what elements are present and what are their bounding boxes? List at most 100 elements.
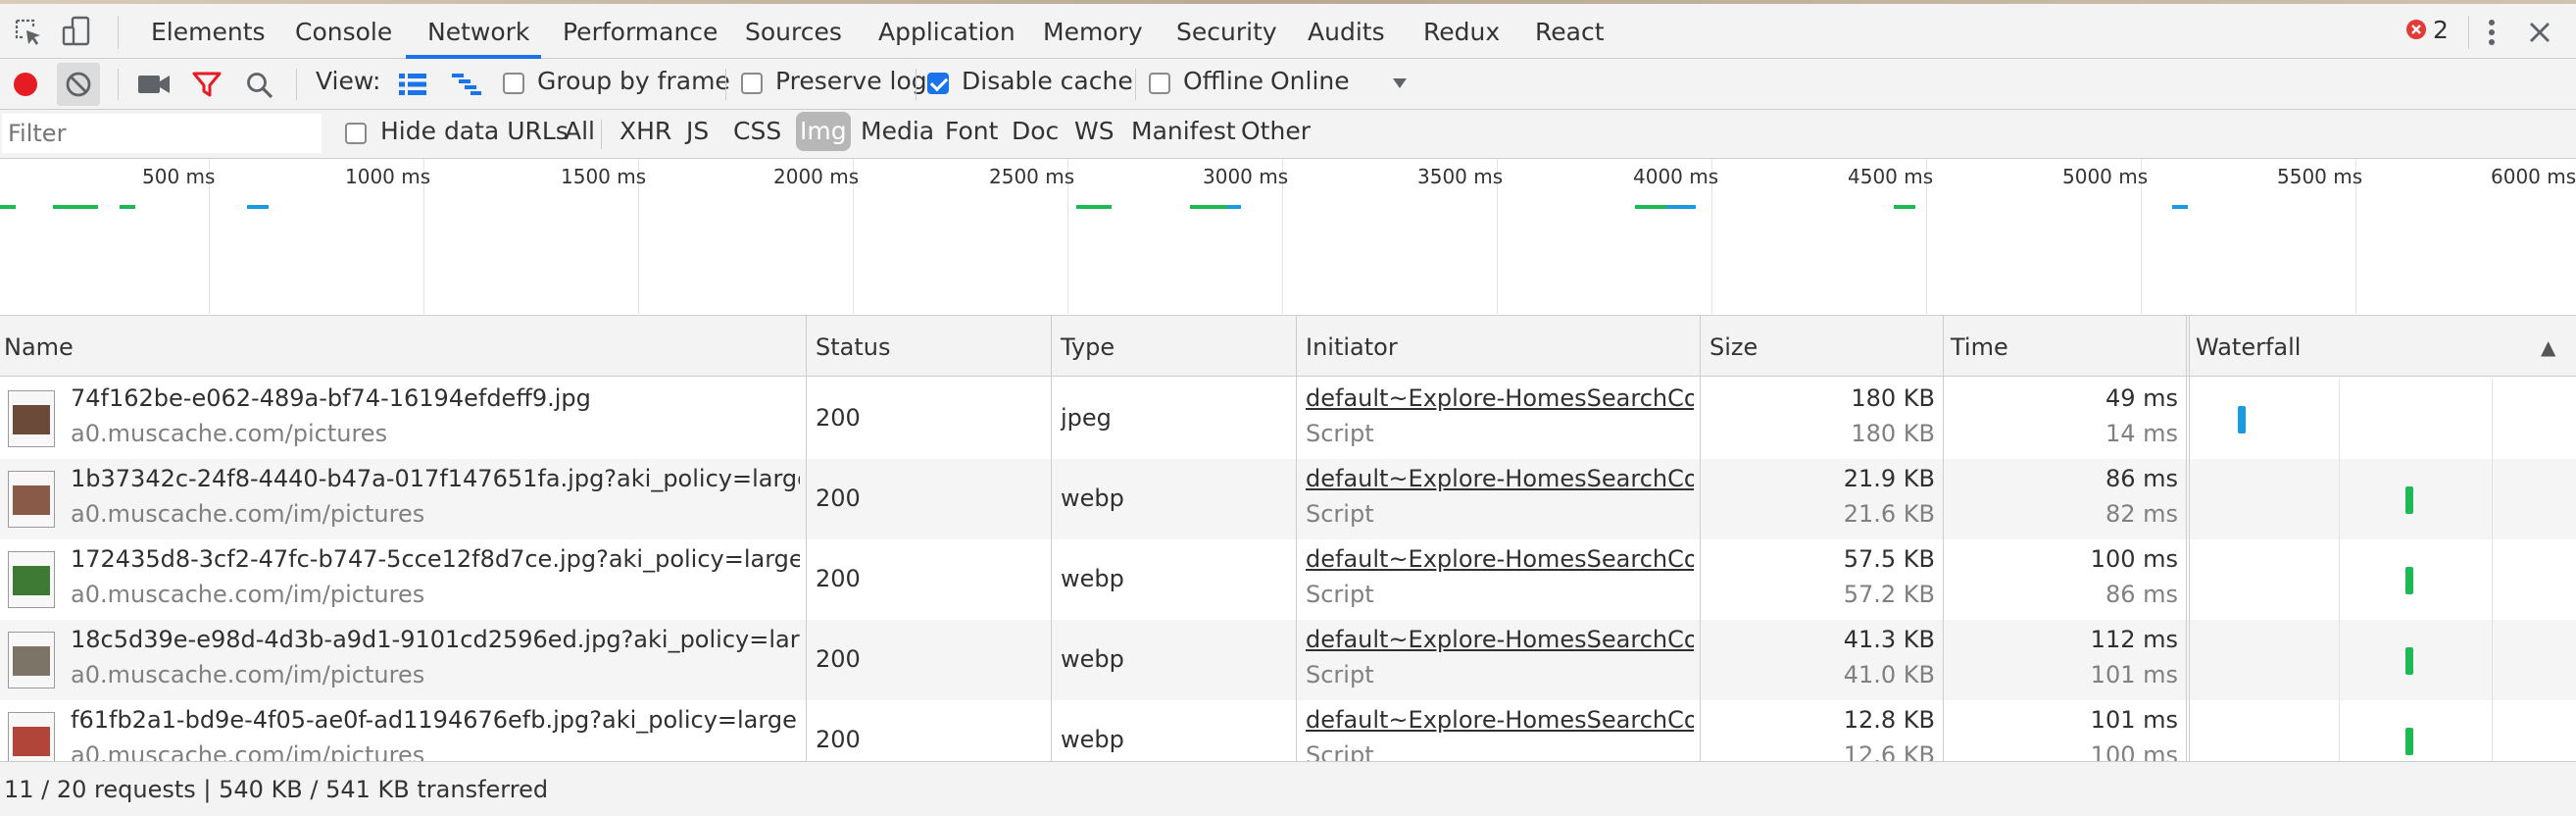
tab-security[interactable]: Security bbox=[1176, 4, 1277, 61]
initiator-link[interactable]: default~Explore-HomesSearchCo… bbox=[1306, 384, 1694, 412]
tab-application[interactable]: Application bbox=[878, 4, 1016, 61]
tab-elements[interactable]: Elements bbox=[151, 4, 266, 61]
preserve-log-checkbox[interactable] bbox=[741, 73, 763, 94]
search-icon[interactable] bbox=[245, 71, 274, 100]
hide-data-urls-checkbox[interactable] bbox=[345, 123, 367, 144]
initiator-type: Script bbox=[1306, 500, 1374, 528]
column-header-status[interactable]: Status bbox=[816, 318, 890, 377]
timeline-tick-label: 2500 ms bbox=[989, 165, 1075, 188]
filter-other[interactable]: Other bbox=[1237, 112, 1314, 151]
request-time: 49 ms bbox=[2105, 384, 2178, 412]
filter-ws[interactable]: WS bbox=[1070, 112, 1118, 151]
waterfall-bar[interactable] bbox=[2405, 647, 2413, 675]
image-thumbnail bbox=[8, 471, 55, 528]
column-header-type[interactable]: Type bbox=[1061, 318, 1115, 377]
tab-performance[interactable]: Performance bbox=[563, 4, 718, 61]
sort-ascending-icon[interactable]: ▲ bbox=[2541, 318, 2555, 377]
request-name[interactable]: 1b37342c-24f8-4440-b47a-017f147651fa.jpg… bbox=[71, 465, 800, 492]
filter-js[interactable]: JS bbox=[682, 112, 713, 151]
request-domain: a0.muscache.com/im/pictures bbox=[71, 661, 425, 688]
group-by-frame-checkbox[interactable] bbox=[503, 73, 524, 94]
disable-cache-label[interactable]: Disable cache bbox=[962, 67, 1133, 95]
tab-sources[interactable]: Sources bbox=[745, 4, 842, 61]
timeline-tick-label: 3000 ms bbox=[1203, 165, 1289, 188]
record-icon[interactable] bbox=[12, 71, 39, 98]
disable-cache-checkbox[interactable] bbox=[927, 73, 949, 94]
waterfall-bar[interactable] bbox=[2238, 406, 2246, 434]
image-thumbnail bbox=[8, 551, 55, 608]
filter-font[interactable]: Font bbox=[941, 112, 1002, 151]
waterfall-bar[interactable] bbox=[2405, 728, 2413, 755]
column-header-size[interactable]: Size bbox=[1709, 318, 1758, 377]
filter-all[interactable]: All bbox=[561, 112, 599, 151]
transfer-size: 41.3 KB bbox=[1843, 626, 1935, 653]
timeline-tick-label: 5500 ms bbox=[2277, 165, 2363, 188]
tab-memory[interactable]: Memory bbox=[1043, 4, 1143, 61]
tab-console[interactable]: Console bbox=[295, 4, 392, 61]
timeline-tick-label: 2000 ms bbox=[773, 165, 860, 188]
initiator-link[interactable]: default~Explore-HomesSearchCo… bbox=[1306, 465, 1694, 492]
request-name[interactable]: f61fb2a1-bd9e-4f05-ae0f-ad1194676efb.jpg… bbox=[71, 706, 800, 734]
filter-media[interactable]: Media bbox=[857, 112, 938, 151]
request-latency: 82 ms bbox=[2105, 500, 2178, 528]
waterfall-gridline bbox=[2339, 379, 2340, 761]
column-divider bbox=[806, 316, 807, 761]
column-header-initiator[interactable]: Initiator bbox=[1306, 318, 1398, 377]
column-header-waterfall[interactable]: Waterfall bbox=[2196, 318, 2301, 377]
request-name[interactable]: 74f162be-e062-489a-bf74-16194efdeff9.jpg bbox=[71, 384, 800, 412]
toolbar-divider bbox=[1135, 69, 1136, 100]
transfer-size: 21.9 KB bbox=[1843, 465, 1935, 492]
tab-network[interactable]: Network bbox=[427, 4, 529, 61]
large-rows-icon[interactable] bbox=[398, 73, 427, 96]
filter-css[interactable]: CSS bbox=[729, 112, 785, 151]
offline-checkbox[interactable] bbox=[1149, 73, 1170, 94]
request-time: 112 ms bbox=[2090, 626, 2178, 653]
close-icon[interactable] bbox=[2527, 20, 2552, 45]
timeline-request-segment bbox=[1227, 205, 1241, 209]
inspect-element-icon[interactable] bbox=[14, 18, 43, 47]
request-type: jpeg bbox=[1061, 404, 1112, 432]
more-options-icon[interactable] bbox=[2480, 16, 2503, 49]
tab-audits[interactable]: Audits bbox=[1308, 4, 1385, 61]
throttling-select[interactable]: Online bbox=[1270, 67, 1350, 95]
request-name[interactable]: 18c5d39e-e98d-4d3b-a9d1-9101cd2596ed.jpg… bbox=[71, 626, 800, 653]
request-latency: 14 ms bbox=[2105, 420, 2178, 447]
device-toolbar-icon[interactable] bbox=[61, 16, 92, 47]
network-toolbar: View: Group by frame Preserve log Disabl… bbox=[0, 59, 2576, 110]
overview-icon[interactable] bbox=[451, 73, 482, 96]
image-thumbnail bbox=[8, 390, 55, 447]
timeline-request-segment bbox=[1666, 205, 1696, 209]
filter-doc[interactable]: Doc bbox=[1008, 112, 1063, 151]
waterfall-bar[interactable] bbox=[2405, 567, 2413, 594]
initiator-link[interactable]: default~Explore-HomesSearchCo… bbox=[1306, 706, 1694, 734]
thumbnail-preview bbox=[13, 405, 50, 434]
tab-redux[interactable]: Redux bbox=[1423, 4, 1500, 61]
filter-icon[interactable] bbox=[192, 71, 222, 98]
tab-react[interactable]: React bbox=[1535, 4, 1605, 61]
thumbnail-preview bbox=[13, 485, 50, 515]
column-header-time[interactable]: Time bbox=[1951, 318, 2008, 377]
request-name[interactable]: 172435d8-3cf2-47fc-b747-5cce12f8d7ce.jpg… bbox=[71, 545, 800, 573]
column-divider bbox=[2189, 316, 2190, 761]
error-count[interactable]: 2 bbox=[2433, 16, 2449, 44]
filter-xhr[interactable]: XHR bbox=[616, 112, 675, 151]
hide-data-urls-label[interactable]: Hide data URLs bbox=[380, 117, 569, 145]
screenshots-icon[interactable] bbox=[137, 73, 171, 96]
filter-img[interactable]: Img bbox=[796, 112, 851, 151]
clear-button[interactable] bbox=[57, 63, 100, 106]
request-type: webp bbox=[1061, 726, 1124, 753]
clear-icon bbox=[66, 72, 91, 97]
initiator-link[interactable]: default~Explore-HomesSearchCo… bbox=[1306, 545, 1694, 573]
filter-input[interactable] bbox=[2, 114, 322, 153]
offline-label[interactable]: Offline bbox=[1183, 67, 1263, 95]
preserve-log-label[interactable]: Preserve log bbox=[775, 67, 927, 95]
waterfall-bar[interactable] bbox=[2405, 486, 2413, 514]
group-by-frame-label[interactable]: Group by frame bbox=[537, 67, 730, 95]
image-thumbnail bbox=[8, 632, 55, 688]
initiator-link[interactable]: default~Explore-HomesSearchCo… bbox=[1306, 626, 1694, 653]
filter-manifest[interactable]: Manifest bbox=[1127, 112, 1240, 151]
request-domain: a0.muscache.com/pictures bbox=[71, 420, 388, 447]
error-icon[interactable] bbox=[2405, 19, 2427, 40]
column-header-name[interactable]: Name bbox=[4, 318, 74, 377]
chevron-down-icon[interactable] bbox=[1392, 77, 1408, 89]
